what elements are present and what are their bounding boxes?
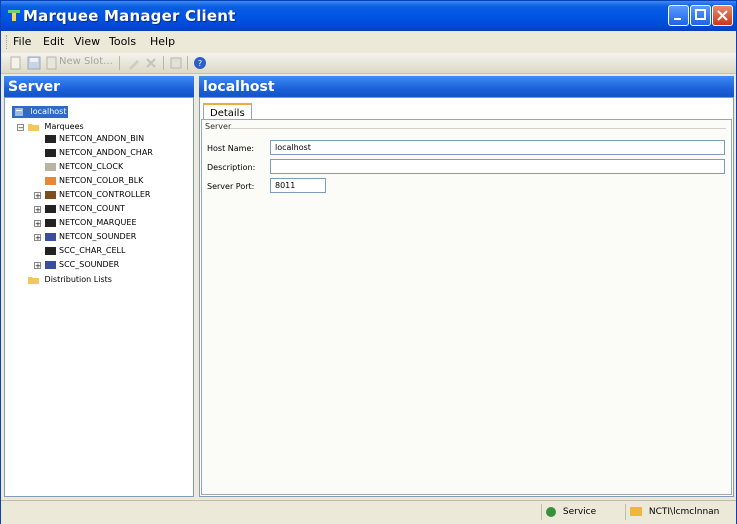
tree-label: NETCON_CLOCK	[59, 162, 124, 171]
delete-icon[interactable]	[144, 56, 158, 70]
host-name-field[interactable]: localhost	[270, 140, 725, 155]
expand-toggle[interactable]: −	[17, 124, 24, 132]
menu-grip	[6, 35, 9, 49]
marquee-icon	[45, 148, 56, 157]
app-icon	[8, 10, 20, 21]
status-bar: Service NCTI\lcmclnnan	[1, 500, 736, 524]
save-icon[interactable]	[27, 56, 41, 70]
user-icon	[630, 507, 642, 516]
menu-edit[interactable]: Edit	[43, 35, 64, 48]
toolbar: New Slot... ?	[1, 53, 736, 74]
expand-toggle[interactable]: +	[34, 220, 41, 228]
maximize-icon	[695, 9, 706, 20]
details-panel: Server Host Name: localhost Description:…	[201, 119, 732, 495]
status-user: NCTI\lcmclnnan	[625, 504, 734, 520]
tree-item-marquee[interactable]: SCC_CHAR_CELL	[45, 245, 125, 257]
host-name-label: Host Name:	[207, 144, 255, 153]
tree-item-distribution-lists[interactable]: Distribution Lists	[28, 274, 112, 286]
tree-label: SCC_CHAR_CELL	[59, 246, 126, 255]
tree-label: Marquees	[44, 122, 84, 131]
minimize-button[interactable]	[668, 5, 689, 26]
new-icon[interactable]	[9, 56, 23, 70]
tree-item-marquee[interactable]: NETCON_SOUNDER	[45, 231, 136, 243]
app-window: Marquee Manager Client File Edit View To…	[0, 0, 737, 524]
new-slot-button[interactable]: New Slot...	[59, 56, 113, 70]
menu-help[interactable]: Help	[150, 35, 175, 48]
tree-item-marquees[interactable]: Marquees	[28, 121, 84, 133]
group-label-server: Server	[205, 122, 232, 131]
menu-bar: File Edit View Tools Help	[1, 31, 736, 53]
marquee-icon	[45, 218, 56, 227]
status-user-label: NCTI\lcmclnnan	[648, 507, 720, 517]
expand-toggle[interactable]: +	[34, 262, 41, 270]
marquee-icon	[45, 260, 56, 269]
tree-label: SCC_SOUNDER	[59, 260, 120, 269]
tree-label: Distribution Lists	[44, 275, 112, 284]
server-icon	[15, 107, 23, 116]
tree-item-marquee[interactable]: NETCON_MARQUEE	[45, 217, 137, 229]
service-icon	[546, 506, 556, 517]
tree-label: NETCON_SOUNDER	[59, 232, 137, 241]
folder-icon	[28, 123, 39, 131]
tree-item-marquee[interactable]: NETCON_ANDON_CHAR	[45, 147, 153, 159]
description-label: Description:	[207, 163, 256, 172]
menu-view[interactable]: View	[74, 35, 100, 48]
tree-item-marquee[interactable]: NETCON_CLOCK	[45, 161, 123, 173]
group-divider	[230, 128, 726, 129]
server-pane-header: Server	[4, 76, 194, 98]
marquee-icon	[45, 134, 56, 143]
marquee-icon	[45, 204, 56, 213]
marquee-icon	[45, 246, 56, 255]
folder-icon	[28, 276, 39, 284]
close-button[interactable]	[712, 5, 733, 26]
edit-icon[interactable]	[127, 56, 141, 70]
toolbar-separator	[119, 56, 120, 70]
marquee-icon	[45, 176, 56, 185]
tree-label: localhost	[30, 107, 67, 116]
server-port-label: Server Port:	[207, 182, 255, 191]
maximize-button[interactable]	[690, 5, 711, 26]
help-icon[interactable]: ?	[193, 56, 207, 70]
tab-strip: Details	[203, 101, 730, 121]
tree-label: NETCON_CONTROLLER	[59, 190, 151, 199]
detail-pane-header: localhost	[199, 76, 734, 98]
marquee-icon	[45, 232, 56, 241]
tree-item-marquee[interactable]: NETCON_CONTROLLER	[45, 189, 150, 201]
tree-item-marquee[interactable]: SCC_SOUNDER	[45, 259, 119, 271]
expand-toggle[interactable]: +	[34, 206, 41, 214]
tree-item-marquee[interactable]: NETCON_COLOR_BLK	[45, 175, 143, 187]
tree-label: NETCON_ANDON_CHAR	[59, 148, 153, 157]
menu-file[interactable]: File	[13, 35, 31, 48]
title-bar: Marquee Manager Client	[1, 1, 736, 31]
expand-toggle[interactable]: +	[34, 192, 41, 200]
tree-label: NETCON_COLOR_BLK	[59, 176, 144, 185]
properties-icon[interactable]	[169, 56, 183, 70]
svg-text:?: ?	[198, 59, 202, 68]
close-icon	[717, 10, 728, 21]
tree-item-marquee[interactable]: NETCON_COUNT	[45, 203, 125, 215]
window-title: Marquee Manager Client	[23, 7, 236, 25]
toolbar-separator	[187, 56, 188, 70]
tree-label: NETCON_COUNT	[59, 204, 125, 213]
minimize-icon	[674, 18, 681, 20]
status-service-label: Service	[562, 507, 597, 517]
description-field[interactable]	[270, 159, 725, 174]
marquee-icon	[45, 190, 56, 199]
tree-label: NETCON_MARQUEE	[59, 218, 137, 227]
new-slot-icon	[46, 56, 57, 70]
toolbar-separator	[163, 56, 164, 70]
server-port-field[interactable]: 8011	[270, 178, 326, 193]
expand-toggle[interactable]: +	[34, 234, 41, 242]
menu-tools[interactable]: Tools	[109, 35, 136, 48]
status-service: Service	[541, 504, 621, 520]
tree-item-marquee[interactable]: NETCON_ANDON_BIN	[45, 133, 144, 145]
tree-root-localhost[interactable]: localhost	[12, 106, 69, 118]
tree-label: NETCON_ANDON_BIN	[59, 134, 145, 143]
marquee-icon	[45, 162, 56, 171]
